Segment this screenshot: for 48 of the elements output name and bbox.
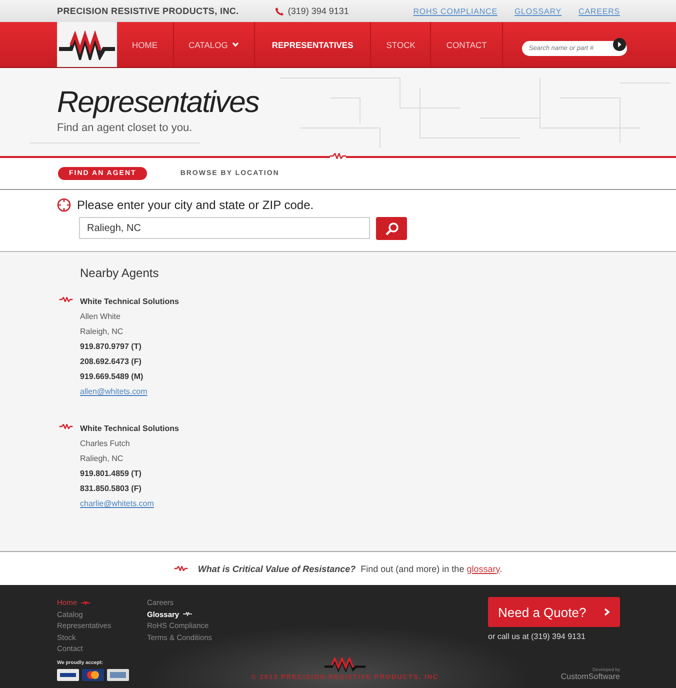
agent-phone: 919.669.5489 (M): [80, 371, 144, 383]
top-link[interactable]: CAREERS: [578, 6, 620, 16]
logo-icon: [322, 656, 367, 672]
nav-item[interactable]: CATALOG: [174, 22, 255, 67]
search-button[interactable]: [376, 217, 407, 240]
quote-button[interactable]: Need a Quote?: [488, 597, 620, 627]
nav-item[interactable]: REPRESENTATIVES: [254, 22, 372, 67]
agent-company: White Technical Solutions: [80, 296, 179, 308]
company-name: PRECISION RESISTIVE PRODUCTS, INC.: [57, 6, 239, 16]
squiggle-icon: [81, 600, 90, 605]
page-subtitle: Find an agent closet to you.: [57, 122, 194, 134]
developer-name: CustomSoftware: [560, 672, 620, 680]
nav-item[interactable]: STOCK: [371, 22, 432, 67]
search-icon: [384, 222, 398, 236]
card-icon: [82, 668, 104, 680]
search-prompt: Please enter your city and state or ZIP code.: [77, 198, 314, 212]
agent-phone: 831.850.5803 (F): [80, 483, 142, 495]
agent-city: Raleigh, NC: [80, 326, 124, 338]
agent-phone: 919.801.4859 (T): [80, 468, 142, 480]
agent-name: Charles Futch: [80, 438, 131, 450]
squiggle-icon: [59, 424, 73, 429]
squiggle-icon: [59, 297, 73, 302]
top-link[interactable]: ROHS COMPLIANCE: [413, 6, 498, 16]
call-text: or call us at (319) 394 9131: [488, 632, 586, 641]
agent-phone: 208.692.6473 (F): [80, 356, 142, 368]
agent-phone: 919.870.9797 (T): [80, 341, 142, 353]
glossary-link[interactable]: glossary: [466, 564, 500, 574]
email-link[interactable]: allen@whitets.com: [80, 387, 148, 396]
top-link[interactable]: GLOSSARY: [514, 6, 562, 16]
nav-item[interactable]: HOME: [117, 22, 174, 67]
squiggle-icon: [183, 612, 192, 616]
email-link[interactable]: charlie@whitets.com: [80, 499, 154, 508]
agent-company: White Technical Solutions: [80, 423, 179, 435]
chevron-icon: [604, 608, 610, 616]
agent-city: Raliegh, NC: [80, 453, 124, 465]
nav-item[interactable]: CONTACT: [431, 22, 503, 67]
agent-name: Allen White: [80, 311, 122, 323]
crosshair-icon: [57, 198, 71, 212]
phone-number: (319) 394 9131: [288, 6, 349, 16]
phone-icon: [274, 6, 284, 16]
card-icon: [57, 668, 79, 680]
promo-text: What is Critical Value of Resistance? Find out (and more) in the glossary.: [198, 564, 502, 574]
location-input[interactable]: Raliegh, NC: [79, 217, 370, 239]
page-title: Representatives: [57, 86, 260, 120]
squiggle-icon: [174, 566, 188, 571]
logo-icon[interactable]: [57, 22, 117, 67]
section-heading: Nearby Agents: [80, 266, 160, 280]
card-icon: [107, 668, 129, 680]
